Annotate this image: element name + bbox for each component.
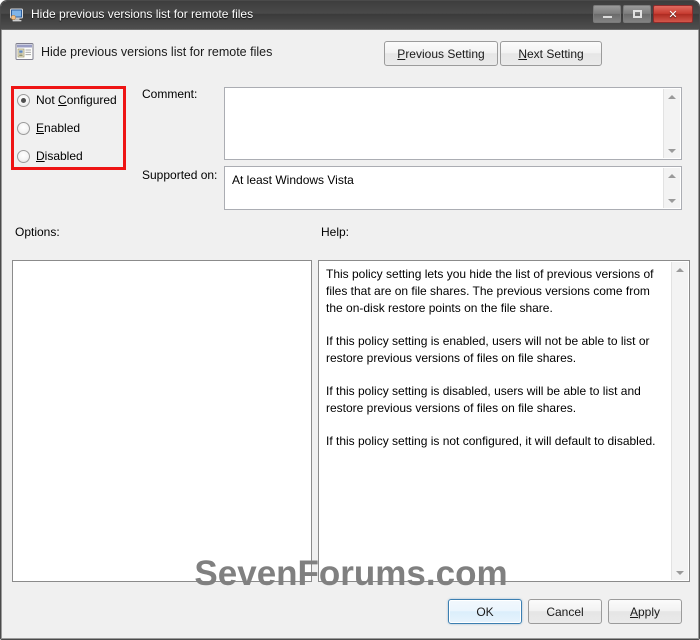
radio-not-configured[interactable]: Not Configured — [17, 91, 117, 109]
help-paragraph: If this policy setting is not configured… — [326, 434, 656, 448]
next-setting-label: ext Setting — [526, 46, 584, 61]
radio-disabled-accel: D — [36, 149, 45, 163]
radio-not-configured-indicator[interactable] — [17, 93, 30, 107]
radio-enabled[interactable]: Enabled — [17, 119, 80, 137]
help-panel: This policy setting lets you hide the li… — [318, 260, 690, 582]
minimize-icon — [594, 6, 620, 22]
previous-setting-button[interactable]: Previous Setting — [384, 41, 498, 66]
help-paragraph: If this policy setting is disabled, user… — [326, 384, 641, 415]
help-text: This policy setting lets you hide the li… — [326, 266, 660, 450]
close-icon: ✕ — [668, 8, 678, 21]
supported-scroll-down-icon[interactable] — [664, 193, 680, 208]
comment-input[interactable] — [224, 87, 682, 160]
radio-not-configured-post: onfigured — [66, 93, 117, 107]
supported-on-field: At least Windows Vista — [224, 166, 682, 210]
radio-not-configured-accel: C — [58, 93, 67, 107]
options-label: Options: — [15, 225, 60, 239]
previous-setting-label: revious Setting — [405, 46, 485, 61]
window-monitor-icon — [9, 7, 25, 23]
comment-scroll-up-icon[interactable] — [664, 89, 680, 104]
cancel-button[interactable]: Cancel — [528, 599, 602, 624]
radio-disabled[interactable]: Disabled — [17, 147, 83, 165]
radio-enabled-accel: E — [36, 121, 45, 135]
maximize-icon — [624, 6, 650, 22]
next-setting-accel: N — [518, 46, 527, 61]
comment-label: Comment: — [142, 87, 198, 101]
radio-disabled-post: isabled — [44, 149, 83, 163]
policy-state-radio-group: Not Configured Enabled Disabled — [15, 89, 127, 167]
window-title: Hide previous versions list for remote f… — [31, 7, 254, 21]
supported-scroll-up-icon[interactable] — [664, 168, 680, 183]
help-scroll-down-icon[interactable] — [672, 565, 688, 580]
apply-accel: A — [629, 604, 638, 619]
maximize-button[interactable] — [623, 5, 651, 23]
radio-enabled-indicator[interactable] — [17, 121, 30, 135]
title-bar[interactable]: Hide previous versions list for remote f… — [1, 1, 699, 30]
radio-disabled-indicator[interactable] — [17, 149, 30, 163]
radio-enabled-post: nabled — [44, 121, 81, 135]
comment-scroll-down-icon[interactable] — [664, 143, 680, 158]
ok-button[interactable]: OK — [448, 599, 522, 624]
minimize-button[interactable] — [593, 5, 621, 23]
supported-on-label: Supported on: — [142, 168, 218, 182]
radio-not-configured-label: Not Configured — [36, 93, 117, 107]
setting-title: Hide previous versions list for remote f… — [41, 45, 273, 59]
supported-on-value: At least Windows Vista — [232, 173, 354, 187]
setting-header: Hide previous versions list for remote f… — [9, 34, 693, 74]
help-paragraph: This policy setting lets you hide the li… — [326, 267, 654, 315]
supported-on-scrollbar[interactable] — [663, 168, 680, 208]
policy-setting-icon — [15, 42, 34, 61]
radio-disabled-label: Disabled — [36, 149, 83, 163]
help-paragraph: If this policy setting is enabled, users… — [326, 334, 650, 365]
comment-scrollbar[interactable] — [663, 89, 680, 158]
options-panel[interactable] — [12, 260, 312, 582]
help-scroll-up-icon[interactable] — [672, 262, 688, 277]
radio-not-configured-pre: Not — [36, 93, 59, 107]
group-policy-setting-dialog: Hide previous versions list for remote f… — [0, 0, 700, 640]
apply-label: pply — [638, 604, 661, 619]
radio-enabled-label: Enabled — [36, 121, 80, 135]
help-scrollbar[interactable] — [671, 262, 688, 580]
help-label: Help: — [321, 225, 350, 239]
next-setting-button[interactable]: Next Setting — [500, 41, 602, 66]
close-button[interactable]: ✕ — [653, 5, 693, 23]
apply-button[interactable]: Apply — [608, 599, 682, 624]
